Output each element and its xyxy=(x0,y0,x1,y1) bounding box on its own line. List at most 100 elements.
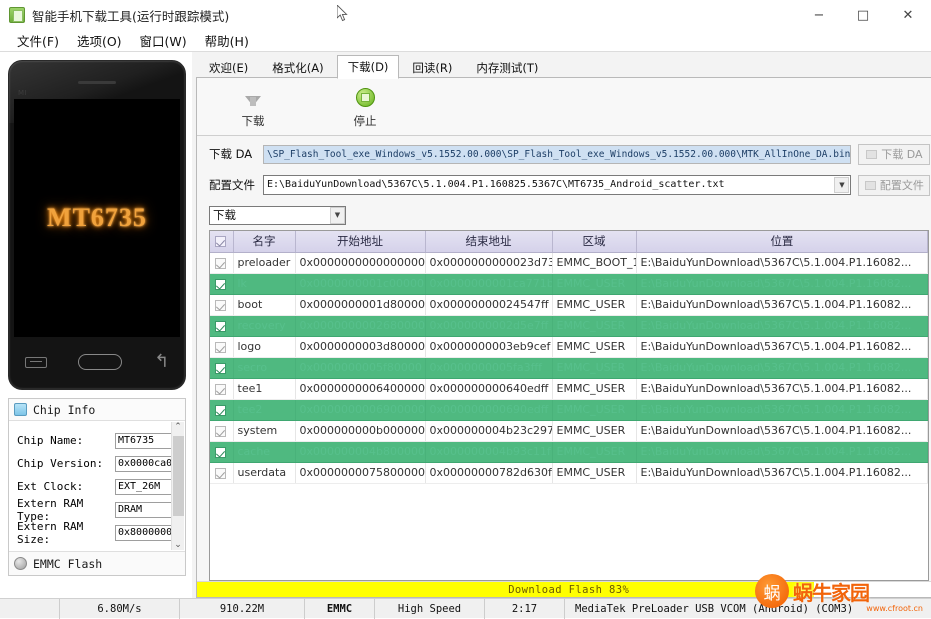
mode-chevron-down-icon[interactable]: ▼ xyxy=(330,207,345,224)
row-checkbox[interactable] xyxy=(215,320,227,332)
device-keys: ↰ xyxy=(9,345,185,379)
row-checkbox-cell[interactable] xyxy=(210,357,234,379)
scatter-path-value: E:\BaiduYunDownload\5367C\5.1.004.P1.160… xyxy=(267,179,725,190)
select-all-header[interactable] xyxy=(210,231,234,253)
row-checkbox-cell[interactable] xyxy=(210,336,234,358)
row-checkbox-cell[interactable] xyxy=(210,399,234,421)
cell-start: 0x0000000006400000 xyxy=(295,378,426,400)
tab-welcome[interactable]: 欢迎(E) xyxy=(198,56,259,79)
row-checkbox[interactable] xyxy=(215,446,227,458)
row-checkbox[interactable] xyxy=(215,425,227,437)
chip-info-rows: Chip Name: MT6735 Chip Version: 0x0000ca… xyxy=(9,421,185,546)
cell-region: EMMC_USER xyxy=(552,441,637,463)
row-checkbox[interactable] xyxy=(215,299,227,311)
table-row[interactable]: boot 0x0000000001d80000 0x00000000024547ff… xyxy=(210,294,929,316)
partition-table-body: preloader 0x0000000000000000 0x00000000000… xyxy=(210,252,929,484)
download-button[interactable]: 下载 xyxy=(223,84,283,129)
table-row[interactable]: lk 0x0000000001c00000 0x0000000001ca771b EM… xyxy=(210,273,929,295)
cell-location: E:\BaiduYunDownload\5367C\5.1.004.P1.160… xyxy=(636,462,929,484)
cell-end: 0x0000000005fa3fff xyxy=(425,357,553,379)
row-checkbox-cell[interactable] xyxy=(210,273,234,295)
table-row[interactable]: tee1 0x0000000006400000 0x000000000640edff… xyxy=(210,378,929,400)
cell-end: 0x000000004b93c11f xyxy=(425,441,553,463)
row-checkbox-cell[interactable] xyxy=(210,441,234,463)
menu-window[interactable]: 窗口(W) xyxy=(131,29,196,52)
table-header-row: 名字 开始地址 结束地址 区域 位置 xyxy=(210,231,929,253)
status-storage: EMMC xyxy=(305,598,375,619)
table-row[interactable]: recovery 0x0000000002680000 0x0000000002d5… xyxy=(210,315,929,337)
tab-memory-test[interactable]: 内存测试(T) xyxy=(465,56,549,79)
download-mode-select[interactable]: 下载 ▼ xyxy=(209,206,346,225)
row-checkbox-cell[interactable] xyxy=(210,315,234,337)
cell-name: logo xyxy=(233,336,296,358)
status-speed: 6.80M/s xyxy=(60,598,180,619)
chip-info-panel: Chip Info Chip Name: MT6735 Chip Version… xyxy=(8,398,186,576)
scroll-up-icon[interactable]: ⌃ xyxy=(174,422,182,432)
menu-key-icon xyxy=(24,356,47,368)
cell-name: tee1 xyxy=(233,378,296,400)
stop-button[interactable]: 停止 xyxy=(335,84,395,129)
header-start[interactable]: 开始地址 xyxy=(295,231,426,253)
menu-file[interactable]: 文件(F) xyxy=(8,29,68,52)
close-button[interactable]: ✕ xyxy=(885,0,931,30)
menu-help[interactable]: 帮助(H) xyxy=(196,29,258,52)
row-checkbox-cell[interactable] xyxy=(210,378,234,400)
cell-start: 0x0000000006900000 xyxy=(295,399,426,421)
menu-options[interactable]: 选项(O) xyxy=(68,29,131,52)
cell-start: 0x0000000000000000 xyxy=(295,252,426,274)
tab-download[interactable]: 下载(D) xyxy=(336,55,400,79)
tab-format[interactable]: 格式化(A) xyxy=(261,56,334,79)
row-checkbox-cell[interactable] xyxy=(210,252,234,274)
tab-bar: 欢迎(E) 格式化(A) 下载(D) 回读(R) 内存测试(T) xyxy=(196,55,931,79)
folder-icon xyxy=(866,149,878,159)
table-row[interactable]: cache 0x000000004b800000 0x000000004b93c11… xyxy=(210,441,929,463)
scroll-down-icon[interactable]: ⌄ xyxy=(174,540,182,550)
scrollbar-thumb[interactable] xyxy=(172,436,184,516)
status-port: MediaTek PreLoader USB VCOM (Android) (C… xyxy=(575,602,854,615)
table-row[interactable]: tee2 0x0000000006900000 0x000000000690edff… xyxy=(210,399,929,421)
cell-region: EMMC_USER xyxy=(552,462,637,484)
row-checkbox[interactable] xyxy=(215,383,227,395)
cell-location: E:\BaiduYunDownload\5367C\5.1.004.P1.160… xyxy=(636,399,929,421)
select-all-checkbox[interactable] xyxy=(215,236,227,248)
row-checkbox-cell[interactable] xyxy=(210,420,234,442)
minimize-button[interactable]: − xyxy=(797,0,841,30)
header-end[interactable]: 结束地址 xyxy=(425,231,553,253)
table-row[interactable]: system 0x000000000b000000 0x000000004b23c2… xyxy=(210,420,929,442)
choose-da-button-label: 下载 DA xyxy=(881,148,923,161)
da-path-input[interactable]: \SP_Flash_Tool_exe_Windows_v5.1552.00.00… xyxy=(263,144,852,164)
choose-da-button[interactable]: 下载 DA xyxy=(858,143,931,165)
emmc-flash-section[interactable]: EMMC Flash xyxy=(9,551,185,575)
table-row[interactable]: preloader 0x0000000000000000 0x00000000000… xyxy=(210,252,929,274)
status-mode: High Speed xyxy=(375,598,485,619)
status-size: 910.22M xyxy=(180,598,305,619)
cell-region: EMMC_USER xyxy=(552,315,637,337)
table-row[interactable]: secro 0x0000000005f80000 0x0000000005fa3ff… xyxy=(210,357,929,379)
chip-info-scrollbar[interactable]: ⌃ ⌄ xyxy=(171,422,184,550)
row-checkbox-cell[interactable] xyxy=(210,294,234,316)
header-region[interactable]: 区域 xyxy=(552,231,637,253)
ext-clock-value: EXT_26M xyxy=(115,478,175,495)
tab-readback[interactable]: 回读(R) xyxy=(401,56,463,79)
chip-info-header: Chip Info xyxy=(9,399,185,421)
row-checkbox-cell[interactable] xyxy=(210,462,234,484)
row-checkbox[interactable] xyxy=(215,341,227,353)
download-button-label: 下载 xyxy=(241,114,265,128)
cell-end: 0x00000000024547ff xyxy=(425,294,553,316)
row-checkbox[interactable] xyxy=(215,467,227,479)
row-checkbox[interactable] xyxy=(215,404,227,416)
maximize-button[interactable]: □ xyxy=(841,0,885,30)
scatter-path-input[interactable]: E:\BaiduYunDownload\5367C\5.1.004.P1.160… xyxy=(263,175,852,195)
scatter-chevron-down-icon[interactable]: ▼ xyxy=(834,177,850,193)
row-checkbox[interactable] xyxy=(215,257,227,269)
header-location[interactable]: 位置 xyxy=(636,231,929,253)
row-checkbox[interactable] xyxy=(215,278,227,290)
chip-row-name: Chip Name: MT6735 xyxy=(17,429,185,452)
cell-start: 0x000000000b000000 xyxy=(295,420,426,442)
choose-scatter-button[interactable]: 配置文件 xyxy=(858,174,931,196)
row-checkbox[interactable] xyxy=(215,362,227,374)
cell-start: 0x0000000001c00000 xyxy=(295,273,426,295)
table-row[interactable]: userdata 0x0000000075800000 0x00000000782d… xyxy=(210,462,929,484)
table-row[interactable]: logo 0x0000000003d80000 0x0000000003eb9cef… xyxy=(210,336,929,358)
header-name[interactable]: 名字 xyxy=(233,231,296,253)
